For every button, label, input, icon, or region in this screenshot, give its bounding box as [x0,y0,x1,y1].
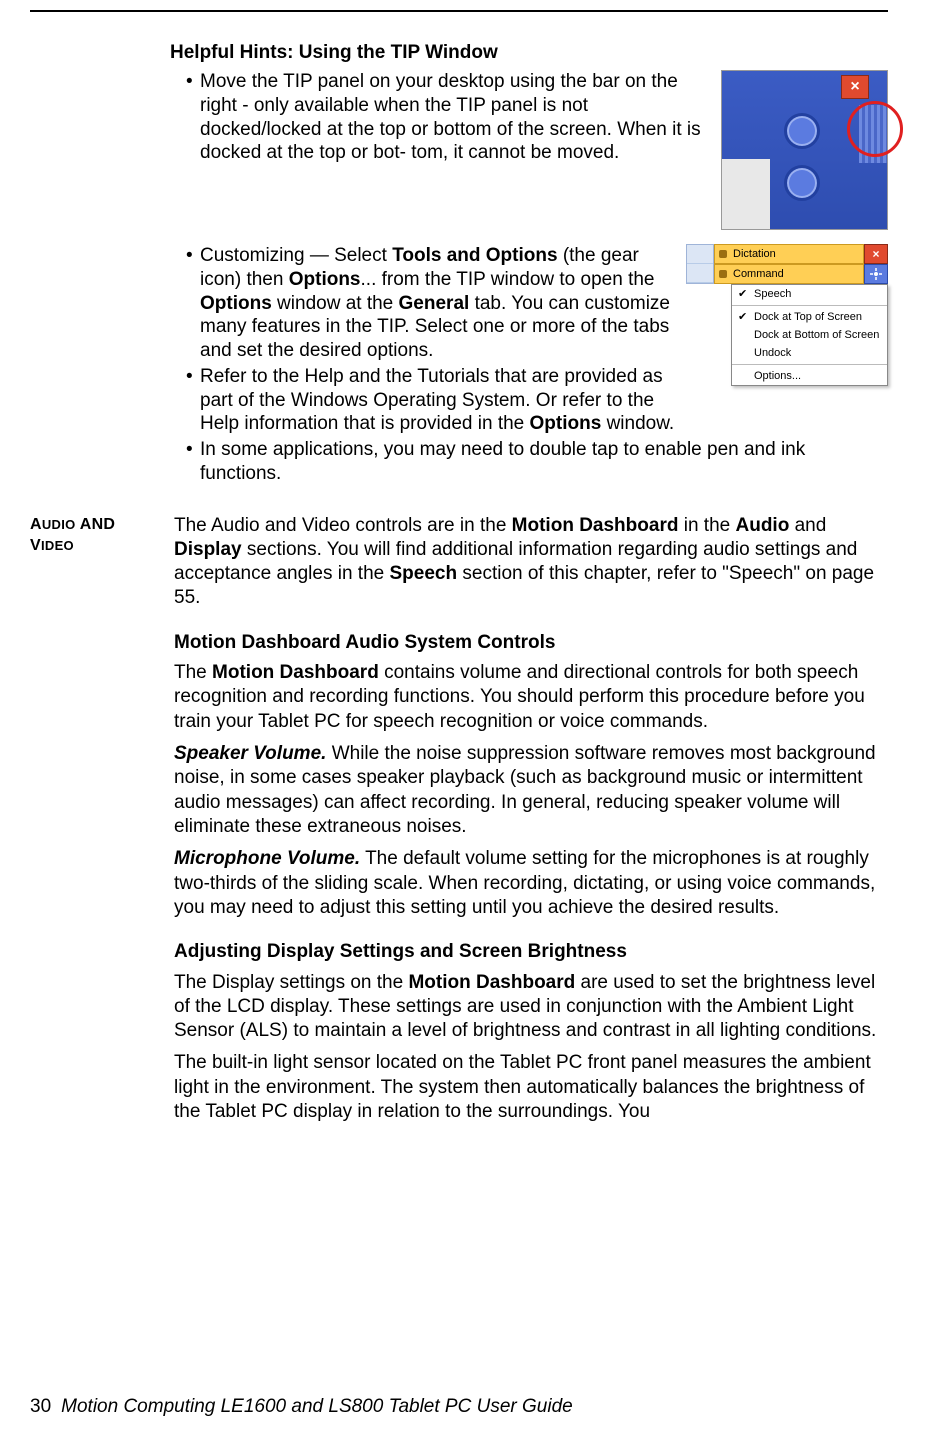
page-footer: 30 Motion Computing LE1600 and LS800 Tabl… [30,1396,573,1418]
heading-motion-dashboard-audio: Motion Dashboard Audio System Controls [174,631,888,655]
button-icon [784,165,820,201]
gear-icon [864,264,888,284]
menu-item: Undock [732,344,887,362]
highlight-circle-icon [847,101,903,157]
bullet-text: Customizing — Select Tools and Options (… [200,244,676,363]
bullet-item: • Refer to the Help and the Tutorials th… [170,365,676,436]
figure-tip-options-menu: Dictation Command × Speech Dock at Top o… [686,244,888,386]
paragraph: The Display settings on the Motion Dashb… [174,971,888,1044]
top-rule [30,10,888,12]
menu-label: Command [733,268,784,280]
menu-item: Speech [732,285,887,303]
paragraph: The Motion Dashboard contains volume and… [174,661,888,734]
menu-item: Dock at Bottom of Screen [732,326,887,344]
bullet-item: • Move the TIP panel on your desktop usi… [170,70,713,165]
bullet-text: Refer to the Help and the Tutorials that… [200,365,676,436]
page-number: 30 [30,1396,51,1417]
heading-adjusting-display: Adjusting Display Settings and Screen Br… [174,940,888,964]
gear-icon [784,113,820,149]
bullet-text: Move the TIP panel on your desktop using… [200,70,713,165]
bullet-item: • Customizing — Select Tools and Options… [170,244,676,363]
paragraph: The Audio and Video controls are in the … [174,514,888,611]
figure-tip-panel-bar: × [721,70,888,230]
menu-item: Options... [732,367,887,385]
menu-item: Dock at Top of Screen [732,308,887,326]
bullet-text: In some applications, you may need to do… [200,438,888,486]
close-icon: × [864,244,888,264]
paragraph: Speaker Volume. While the noise suppress… [174,742,888,839]
close-icon: × [841,75,869,99]
footer-title: Motion Computing LE1600 and LS800 Tablet… [61,1396,573,1417]
paragraph: The built-in light sensor located on the… [174,1051,888,1124]
paragraph: Microphone Volume. The default volume se… [174,847,888,920]
heading-helpful-hints: Helpful Hints: Using the TIP Window [170,42,888,64]
menu-label: Dictation [733,248,776,260]
bullet-item: • In some applications, you may need to … [170,438,888,486]
section-label-audio-video: AUDIO AND VIDEO [30,514,174,557]
